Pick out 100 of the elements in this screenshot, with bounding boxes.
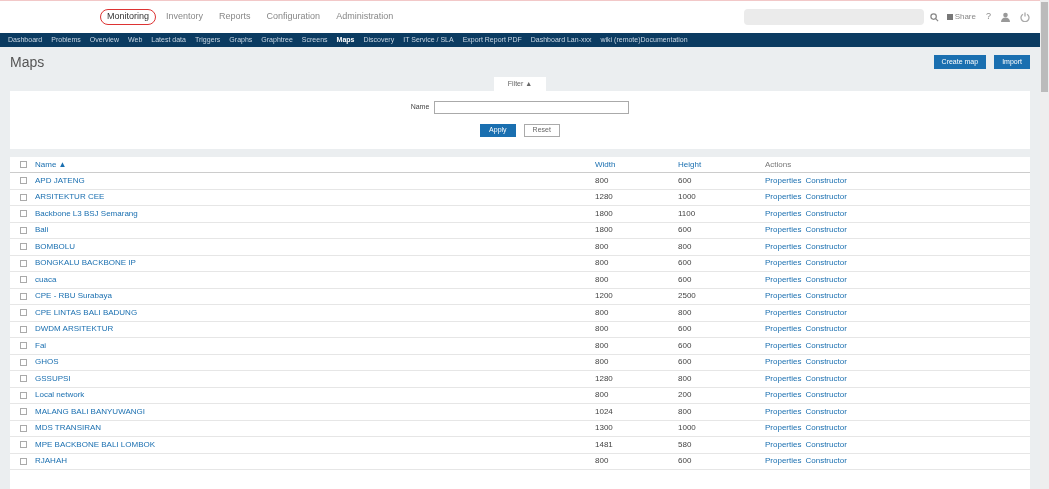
table-cell: 1200 <box>595 291 613 301</box>
name-input-field[interactable] <box>434 101 630 114</box>
constructor-link[interactable]: Constructor <box>805 240 847 253</box>
checkbox[interactable] <box>20 325 27 333</box>
constructor-link[interactable]: Constructor <box>805 290 847 303</box>
table-cell: 800 <box>595 456 609 466</box>
map-name-link[interactable]: ARSITEKTUR CEE <box>35 191 105 204</box>
properties-link[interactable]: Properties <box>765 323 802 336</box>
table-cell: 600 <box>678 225 692 235</box>
power-icon[interactable] <box>1020 12 1030 22</box>
map-name-link[interactable]: GHOS <box>35 356 59 369</box>
map-name-link[interactable]: DWDM ARSITEKTUR <box>35 323 114 336</box>
map-name-link[interactable]: MALANG BALI BANYUWANGI <box>35 405 145 418</box>
map-name-link[interactable]: BONGKALU BACKBONE IP <box>35 257 136 270</box>
properties-link[interactable]: Properties <box>765 389 802 402</box>
checkbox[interactable] <box>20 161 27 168</box>
table-cell: 2500 <box>678 291 696 301</box>
table-cell: 800 <box>678 241 692 251</box>
properties-link[interactable]: Properties <box>765 257 802 270</box>
properties-link[interactable]: Properties <box>765 306 802 319</box>
checkbox[interactable] <box>20 292 27 300</box>
table-cell: 800 <box>595 357 609 367</box>
table-cell: 1024 <box>595 406 613 416</box>
map-name-link[interactable]: RJAHAH <box>35 455 67 468</box>
checkbox[interactable] <box>20 358 27 366</box>
map-name-link[interactable]: MPE BACKBONE BALI LOMBOK <box>35 438 156 451</box>
constructor-link[interactable]: Constructor <box>805 174 847 187</box>
constructor-link[interactable]: Constructor <box>805 257 847 270</box>
properties-link[interactable]: Properties <box>765 405 802 418</box>
map-name-link[interactable]: GSSUPSI <box>35 372 71 385</box>
properties-link[interactable]: Properties <box>765 422 802 435</box>
checkbox[interactable] <box>20 276 27 284</box>
checkbox[interactable] <box>20 243 27 251</box>
constructor-link[interactable]: Constructor <box>805 339 847 352</box>
share-button[interactable]: Share <box>946 11 976 23</box>
menu-tab[interactable]: Inventory <box>160 9 210 25</box>
constructor-link[interactable]: Constructor <box>805 405 847 418</box>
properties-link[interactable]: Properties <box>765 240 802 253</box>
properties-link[interactable]: Properties <box>765 356 802 369</box>
map-name-link[interactable]: MDS TRANSIRAN <box>35 422 102 435</box>
table-cell: 800 <box>595 175 609 185</box>
map-name-link[interactable]: CPE LINTAS BALI BADUNG <box>35 306 138 319</box>
search-icon[interactable] <box>929 12 939 22</box>
constructor-link[interactable]: Constructor <box>805 323 847 336</box>
properties-link[interactable]: Properties <box>765 273 802 286</box>
properties-link[interactable]: Properties <box>765 174 802 187</box>
checkbox[interactable] <box>20 226 27 234</box>
checkbox[interactable] <box>20 210 27 218</box>
checkbox[interactable] <box>20 424 27 432</box>
page-title: Maps <box>10 52 45 72</box>
checkbox[interactable] <box>20 342 27 350</box>
table-cell: 800 <box>595 241 609 251</box>
table-cell: 800 <box>595 274 609 284</box>
map-name-link[interactable]: Backbone L3 BSJ Semarang <box>35 207 138 220</box>
checkbox[interactable] <box>20 259 27 267</box>
properties-link[interactable]: Properties <box>765 339 802 352</box>
properties-link[interactable]: Properties <box>765 372 802 385</box>
table-cell: 800 <box>595 324 609 334</box>
properties-link[interactable]: Properties <box>765 290 802 303</box>
properties-link[interactable]: Properties <box>765 224 802 237</box>
map-name-link[interactable]: CPE - RBU Surabaya <box>35 290 112 303</box>
checkbox[interactable] <box>20 391 27 399</box>
constructor-link[interactable]: Constructor <box>805 224 847 237</box>
checkbox[interactable] <box>20 408 27 416</box>
map-name-link[interactable]: Fai <box>35 339 47 352</box>
menu-tab[interactable]: Administration <box>330 9 400 25</box>
constructor-link[interactable]: Constructor <box>805 389 847 402</box>
map-name-link[interactable]: cuaca <box>35 273 57 286</box>
constructor-link[interactable]: Constructor <box>805 207 847 220</box>
menu-tab[interactable]: Reports <box>213 9 257 25</box>
properties-link[interactable]: Properties <box>765 438 802 451</box>
constructor-link[interactable]: Constructor <box>805 372 847 385</box>
column-header[interactable]: Name ▲ <box>35 158 67 171</box>
map-name-link[interactable]: Local network <box>35 389 85 402</box>
column-header[interactable]: Height <box>678 158 702 171</box>
checkbox[interactable] <box>20 193 27 201</box>
constructor-link[interactable]: Constructor <box>805 422 847 435</box>
map-name-link[interactable]: APD JATENG <box>35 174 85 187</box>
table-cell: 600 <box>678 274 692 284</box>
map-name-link[interactable]: BOMBOLU <box>35 240 75 253</box>
properties-link[interactable]: Properties <box>765 455 802 468</box>
checkbox[interactable] <box>20 375 27 383</box>
help-button[interactable]: ? <box>986 10 991 24</box>
map-name-link[interactable]: Bali <box>35 224 49 237</box>
constructor-link[interactable]: Constructor <box>805 306 847 319</box>
constructor-link[interactable]: Constructor <box>805 273 847 286</box>
checkbox[interactable] <box>20 441 27 449</box>
checkbox[interactable] <box>20 309 27 317</box>
column-header[interactable]: Width <box>595 158 616 171</box>
constructor-link[interactable]: Constructor <box>805 356 847 369</box>
table-cell: 800 <box>595 307 609 317</box>
constructor-link[interactable]: Constructor <box>805 191 847 204</box>
properties-link[interactable]: Properties <box>765 207 802 220</box>
constructor-link[interactable]: Constructor <box>805 438 847 451</box>
user-icon[interactable] <box>1001 12 1010 22</box>
menu-tab[interactable]: Configuration <box>260 9 327 25</box>
checkbox[interactable] <box>20 177 27 185</box>
properties-link[interactable]: Properties <box>765 191 802 204</box>
checkbox[interactable] <box>20 457 27 465</box>
constructor-link[interactable]: Constructor <box>805 455 847 468</box>
